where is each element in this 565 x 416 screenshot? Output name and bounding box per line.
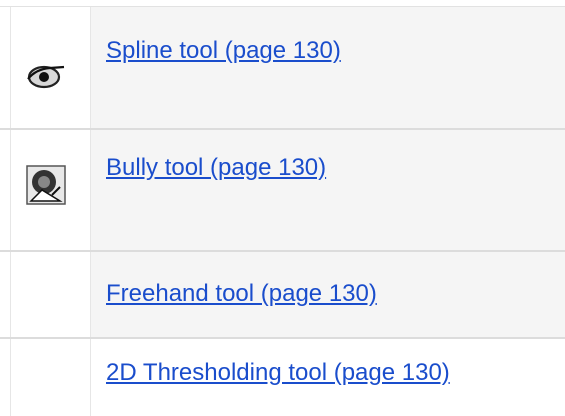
spline-tool-icon xyxy=(26,55,66,95)
icon-cell xyxy=(10,339,91,416)
freehand-tool-link[interactable]: Freehand tool (page 130) xyxy=(106,280,377,308)
link-cell: 2D Thresholding tool (page 130) xyxy=(90,339,565,416)
icon-cell xyxy=(10,7,91,128)
table-row-freehand: Freehand tool (page 130) xyxy=(0,252,565,339)
link-cell: Freehand tool (page 130) xyxy=(90,252,565,337)
link-cell: Bully tool (page 130) xyxy=(90,130,565,250)
table-row-2d-thresholding: 2D Thresholding tool (page 130) xyxy=(0,339,565,416)
table-row-bully: Bully tool (page 130) xyxy=(0,130,565,252)
link-cell: Spline tool (page 130) xyxy=(90,7,565,128)
icon-cell xyxy=(10,130,91,250)
2d-thresholding-tool-link[interactable]: 2D Thresholding tool (page 130) xyxy=(106,359,450,387)
bully-tool-icon xyxy=(26,165,66,205)
bully-tool-link[interactable]: Bully tool (page 130) xyxy=(106,154,326,182)
icon-cell xyxy=(10,252,91,337)
spline-tool-link[interactable]: Spline tool (page 130) xyxy=(106,37,341,65)
tool-table: Spline tool (page 130) Bully tool (page … xyxy=(0,0,565,416)
table-row-spline: Spline tool (page 130) xyxy=(0,7,565,130)
